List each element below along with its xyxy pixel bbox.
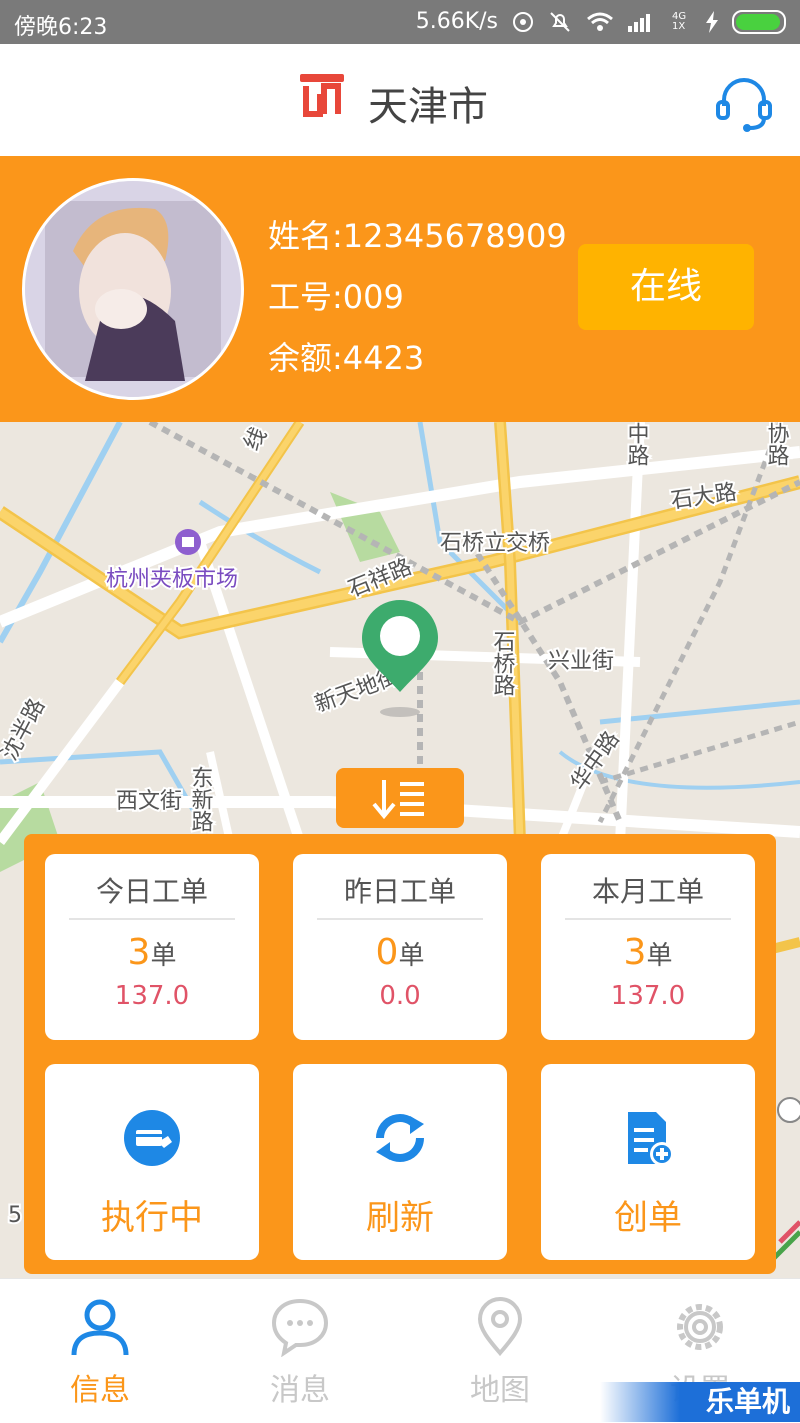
in-progress-button[interactable]: 执行中 xyxy=(45,1064,259,1260)
profile-balance: 余额:4423 xyxy=(268,339,425,377)
map-label: 中路 xyxy=(624,422,650,466)
wifi-icon xyxy=(587,12,613,31)
watermark-logo: 乐单机 xyxy=(600,1382,800,1422)
tab-map[interactable]: 地图 xyxy=(400,1279,600,1423)
stat-card-month[interactable]: 本月工单 3单 137.0 xyxy=(541,854,755,1040)
stat-count: 0单 xyxy=(375,932,425,973)
network-speed: 5.66K/s xyxy=(415,9,498,34)
app-header: 天津市 xyxy=(0,44,800,156)
new-document-icon xyxy=(628,1112,674,1166)
online-status-button[interactable]: 在线 xyxy=(578,244,754,330)
divider xyxy=(317,918,483,920)
map-label: 东新路 xyxy=(188,766,214,832)
tab-label: 信息 xyxy=(70,1373,130,1408)
status-bar: 傍晚6:23 5.66K/s 4G 1X xyxy=(0,0,800,44)
panel-toggle-button[interactable] xyxy=(336,768,464,828)
avatar[interactable] xyxy=(22,178,244,400)
map-label: 5 xyxy=(8,1203,22,1228)
stat-amount: 137.0 xyxy=(114,981,190,1011)
payment-card-icon xyxy=(124,1110,180,1166)
stat-count: 3单 xyxy=(127,932,177,973)
user-icon xyxy=(71,1299,129,1356)
map-label: 兴业街 xyxy=(548,649,614,674)
map-label: 石桥路 xyxy=(490,630,516,696)
action-label: 创单 xyxy=(614,1198,682,1238)
hotspot-icon xyxy=(513,11,533,32)
stat-title: 昨日工单 xyxy=(343,875,456,908)
stat-title: 本月工单 xyxy=(591,875,704,908)
gear-icon xyxy=(677,1304,723,1350)
create-order-button[interactable]: 创单 xyxy=(541,1064,755,1260)
mute-icon xyxy=(550,11,570,32)
map-label: 石桥立交桥 xyxy=(440,531,550,556)
order-panel: 今日工单 3单 137.0 昨日工单 0单 0.0 本月工单 3单 137.0 … xyxy=(24,834,776,1274)
profile-name: 姓名:12345678909 xyxy=(268,217,567,255)
stat-card-today[interactable]: 今日工单 3单 137.0 xyxy=(45,854,259,1040)
tab-messages[interactable]: 消息 xyxy=(200,1279,400,1423)
map-label: 西文街 xyxy=(116,789,182,814)
stat-title: 今日工单 xyxy=(95,875,208,908)
charging-icon xyxy=(706,10,718,33)
refresh-icon xyxy=(376,1114,424,1162)
tab-info[interactable]: 信息 xyxy=(0,1279,200,1423)
divider xyxy=(69,918,235,920)
profile-employee-id: 工号:009 xyxy=(268,278,404,316)
status-icons: 5.66K/s 4G 1X xyxy=(416,9,786,34)
profile-info: 姓名:12345678909 工号:009 余额:4423 xyxy=(268,206,567,389)
city-title: 天津市 xyxy=(368,84,488,130)
stat-amount: 137.0 xyxy=(610,981,686,1011)
refresh-button[interactable]: 刷新 xyxy=(293,1064,507,1260)
battery-icon xyxy=(732,9,786,34)
divider xyxy=(565,918,731,920)
map-poi-label: 杭州夹板市场 xyxy=(106,567,238,592)
sort-down-icon xyxy=(372,780,424,820)
tab-label: 地图 xyxy=(470,1373,530,1408)
stat-count: 3单 xyxy=(623,932,673,973)
action-label: 执行中 xyxy=(101,1198,203,1238)
location-icon xyxy=(477,1297,523,1357)
signal-icon xyxy=(628,13,650,32)
profile-section: 姓名:12345678909 工号:009 余额:4423 在线 xyxy=(0,156,800,422)
stat-amount: 0.0 xyxy=(379,981,421,1011)
chat-bubble-icon xyxy=(271,1298,329,1357)
status-time: 傍晚6:23 xyxy=(14,15,108,40)
headset-icon[interactable] xyxy=(714,74,774,134)
map-label: 协路 xyxy=(764,422,790,466)
tab-label: 消息 xyxy=(270,1373,330,1408)
app-logo-icon xyxy=(300,74,344,117)
network-type: 4G 1X xyxy=(672,10,687,32)
stat-card-yesterday[interactable]: 昨日工单 0单 0.0 xyxy=(293,854,507,1040)
action-label: 刷新 xyxy=(366,1198,434,1238)
